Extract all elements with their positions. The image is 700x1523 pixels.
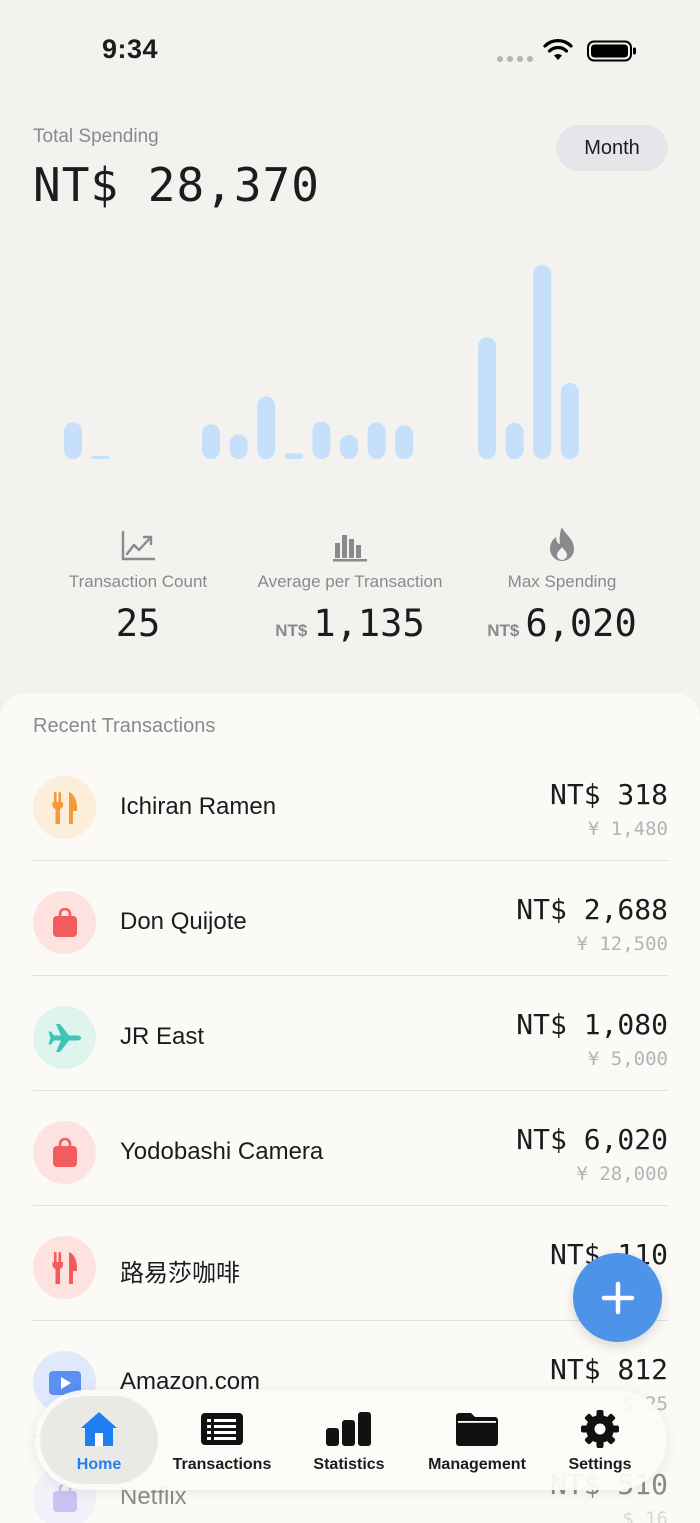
transaction-original-amount: ¥ 5,000 [587, 1048, 668, 1070]
transaction-name: JR East [120, 1023, 205, 1050]
tab-statistics-label: Statistics [313, 1456, 385, 1473]
stat-average-value-row: NT$ 1,135 [230, 602, 470, 645]
fork-knife-icon [33, 776, 96, 839]
chart-bar-day-9 [284, 453, 303, 459]
stat-max-spending: Max Spending NT$ 6,020 [442, 490, 682, 645]
tab-management-label: Management [428, 1456, 526, 1473]
fork-knife-icon [33, 1236, 96, 1299]
tab-transactions-label: Transactions [172, 1456, 272, 1473]
tab-settings-label: Settings [568, 1456, 632, 1473]
transaction-row[interactable]: Yodobashi Camera NT$ 6,020 ¥ 28,000 [33, 1091, 668, 1206]
status-bar: 9:34 [0, 0, 700, 100]
transaction-original-amount: ¥ 1,480 [587, 818, 668, 840]
wifi-icon [543, 39, 573, 60]
list-icon [200, 1408, 244, 1450]
transaction-name: Ichiran Ramen [120, 793, 277, 820]
transaction-row[interactable]: Ichiran Ramen NT$ 318 ¥ 1,480 [33, 746, 668, 861]
transaction-amount: NT$ 6,020 [516, 1123, 668, 1156]
tab-home[interactable]: Home [40, 1396, 158, 1484]
stats-summary: Transaction Count 25 Average per Transac… [0, 490, 700, 680]
daily-spending-chart [64, 265, 579, 459]
transaction-amount: NT$ 2,688 [516, 893, 668, 926]
add-transaction-button[interactable] [573, 1253, 662, 1342]
battery-icon [587, 40, 636, 62]
transaction-amount: NT$ 812 [549, 1353, 668, 1386]
folder-icon [455, 1408, 499, 1450]
chart-bar-day-6 [202, 424, 220, 459]
chart-bar-day-17 [505, 422, 524, 459]
chart-bar-day-2 [91, 456, 110, 459]
trend-chart-icon [18, 518, 258, 562]
transaction-original-amount: ¥ 12,500 [576, 933, 668, 955]
house-icon [78, 1408, 120, 1450]
airplane-icon [33, 1006, 96, 1069]
stat-average-label: Average per Transaction [257, 572, 443, 591]
chart-bar-day-11 [340, 434, 358, 459]
chart-bar-day-16 [478, 337, 496, 459]
tab-settings[interactable]: Settings [541, 1396, 659, 1484]
status-time: 9:34 [102, 34, 159, 64]
transaction-original-amount: $ 16 [622, 1508, 668, 1523]
total-spending-amount: NT$ 28,370 [33, 158, 320, 212]
bar-chart-icon [230, 518, 470, 562]
signal-dots-icon [497, 56, 533, 62]
chart-bar-day-19 [560, 382, 579, 459]
stat-max-label: Max Spending [507, 572, 617, 591]
tab-management[interactable]: Management [417, 1396, 537, 1484]
flame-icon [442, 518, 682, 562]
stat-count-label: Transaction Count [68, 572, 208, 591]
stat-max-currency: NT$ [487, 621, 520, 640]
transaction-row[interactable]: JR East NT$ 1,080 ¥ 5,000 [33, 976, 668, 1091]
chart-bar-day-1 [64, 422, 82, 459]
transaction-name: Don Quijote [120, 908, 247, 935]
bar-chart-icon [325, 1408, 373, 1450]
tab-bar: Home Transactions Statistics Management … [35, 1390, 667, 1490]
transaction-amount: NT$ 318 [549, 778, 668, 811]
stat-average-value: 1,135 [313, 602, 425, 645]
transaction-row[interactable]: Don Quijote NT$ 2,688 ¥ 12,500 [33, 861, 668, 976]
stat-max-value: 6,020 [525, 602, 637, 645]
chart-bar-day-12 [367, 422, 386, 459]
tab-statistics[interactable]: Statistics [290, 1396, 408, 1484]
shopping-bag-icon [33, 891, 96, 954]
stat-count-value: 25 [115, 602, 161, 645]
stat-average-currency: NT$ [275, 621, 308, 640]
stat-max-value-row: NT$ 6,020 [442, 602, 682, 645]
chart-bar-day-7 [229, 434, 248, 459]
recent-transactions-title: Recent Transactions [33, 715, 216, 737]
tab-transactions[interactable]: Transactions [163, 1396, 281, 1484]
chart-bar-day-13 [395, 425, 414, 459]
stat-average: Average per Transaction NT$ 1,135 [230, 490, 470, 645]
chart-bar-day-8 [257, 396, 276, 459]
total-spending-label: Total Spending [33, 126, 159, 147]
tab-home-label: Home [76, 1456, 122, 1473]
chart-bar-day-10 [312, 421, 331, 459]
chart-bar-day-18 [533, 265, 552, 459]
transaction-name: 路易莎咖啡 [120, 1260, 240, 1287]
transaction-original-amount: ¥ 28,000 [576, 1163, 668, 1185]
shopping-bag-icon [33, 1121, 96, 1184]
transaction-name: Yodobashi Camera [120, 1138, 324, 1165]
gear-icon [580, 1408, 620, 1450]
transaction-amount: NT$ 1,080 [516, 1008, 668, 1041]
period-selector-button[interactable]: Month [556, 125, 668, 171]
stat-transaction-count: Transaction Count 25 [18, 490, 258, 645]
plus-icon [601, 1281, 634, 1314]
